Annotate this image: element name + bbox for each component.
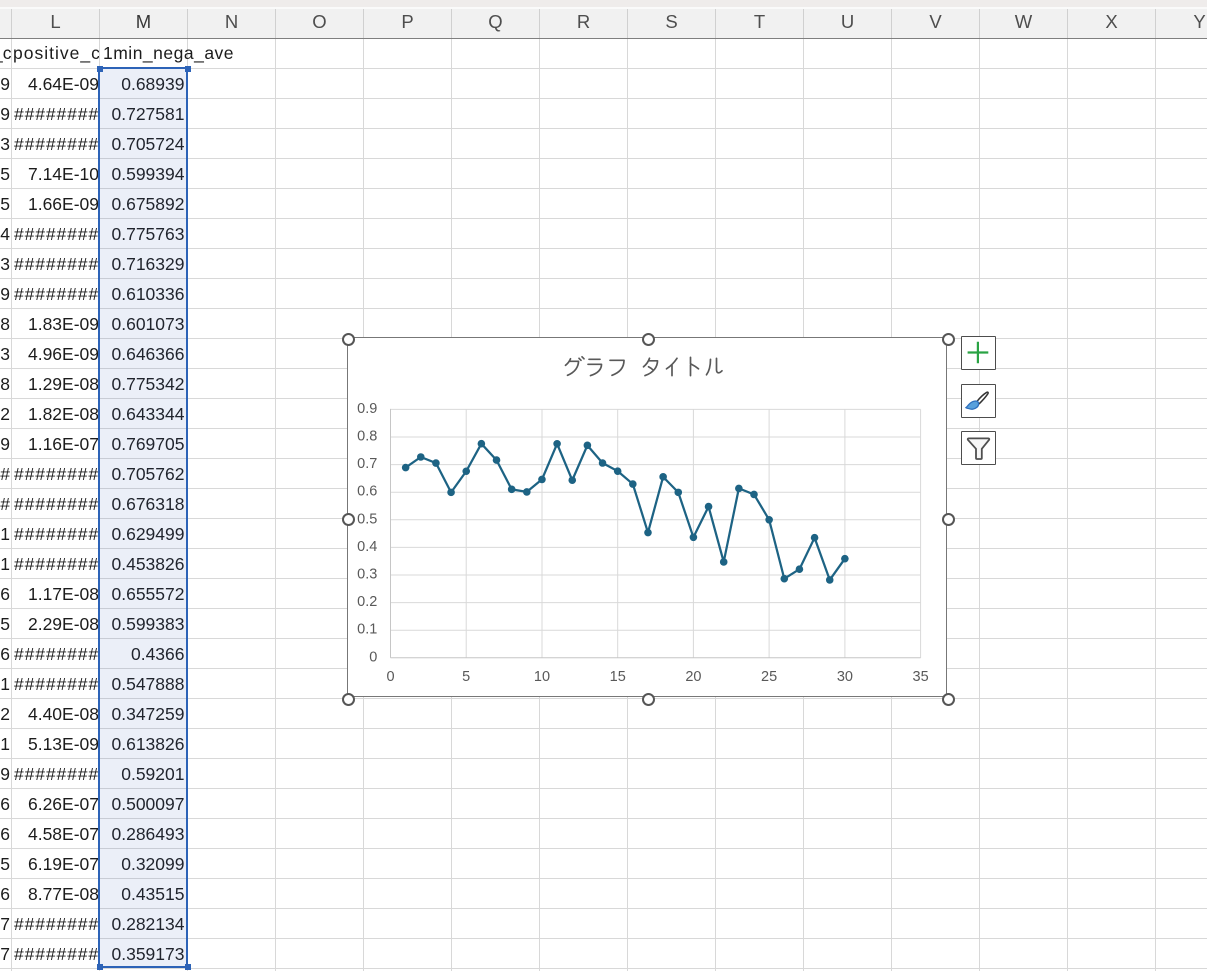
- svg-text:0.3: 0.3: [357, 567, 377, 583]
- svg-text:0.5: 0.5: [357, 511, 377, 527]
- svg-text:35: 35: [913, 669, 929, 685]
- svg-text:10: 10: [534, 669, 550, 685]
- svg-text:15: 15: [610, 669, 626, 685]
- svg-text:0.1: 0.1: [357, 622, 377, 638]
- svg-text:25: 25: [761, 669, 777, 685]
- svg-text:20: 20: [685, 669, 701, 685]
- svg-text:0.6: 0.6: [357, 484, 377, 500]
- svg-text:5: 5: [462, 669, 470, 685]
- svg-text:0.2: 0.2: [357, 594, 377, 610]
- svg-text:0.4: 0.4: [357, 539, 377, 555]
- svg-text:30: 30: [837, 669, 853, 685]
- svg-text:0.9: 0.9: [357, 401, 377, 417]
- svg-text:0.8: 0.8: [357, 429, 377, 445]
- svg-text:0: 0: [369, 649, 377, 665]
- svg-text:0.7: 0.7: [357, 456, 377, 472]
- svg-text:0: 0: [386, 669, 394, 685]
